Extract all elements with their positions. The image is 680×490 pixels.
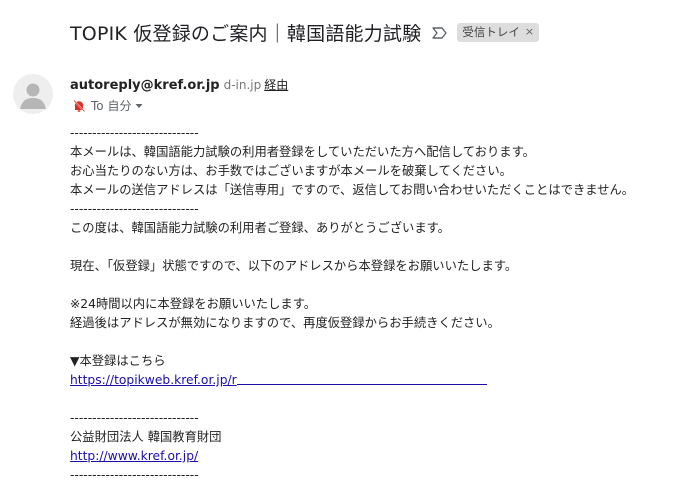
divider-line: -----------------------------: [70, 202, 199, 216]
sender-line: autoreply@kref.or.jp d-in.jp 経由: [70, 76, 288, 93]
notice-line: 本メールの送信アドレスは「送信専用」ですので、返信してお問い合わせいただくことは…: [70, 183, 635, 197]
notice-line: お心当たりのない方は、お手数ではございますが本メールを破棄してください。: [70, 164, 512, 178]
organization-name: 公益財団法人 韓国教育財団: [70, 430, 222, 444]
divider-line: -----------------------------: [70, 468, 199, 482]
inbox-label-text: 受信トレイ: [462, 24, 520, 39]
important-marker-icon[interactable]: [431, 25, 449, 39]
person-avatar-icon: [20, 83, 46, 109]
email-body: ----------------------------- 本メールは、韓国語能…: [70, 124, 675, 485]
sender-domain: d-in.jp: [223, 78, 262, 92]
email-subject: TOPIK 仮登録のご案内｜韓国語能力試験: [70, 22, 422, 45]
register-link[interactable]: https://topikweb.kref.or.jp/r: [70, 371, 237, 390]
sender-avatar: [13, 74, 53, 114]
register-heading: ▼本登録はこちら: [70, 354, 166, 368]
inbox-label-chip[interactable]: 受信トレイ ×: [457, 22, 540, 42]
sender-email[interactable]: autoreply@kref.or.jp: [70, 78, 220, 93]
email-header: TOPIK 仮登録のご案内｜韓国語能力試験 受信トレイ ×: [70, 17, 540, 47]
recipient-line[interactable]: To 自分: [72, 97, 148, 114]
notice-line: 本メールは、韓国語能力試験の利用者登録をしていただいた方へ配信しております。: [70, 145, 535, 159]
muted-bell-icon: [73, 99, 86, 112]
expire-line: 経過後はアドレスが無効になりますので、再度仮登録からお手続きください。: [70, 316, 500, 330]
deadline-line: ※24時間以内に本登録をお願いいたします。: [70, 297, 317, 311]
divider-line: -----------------------------: [70, 411, 199, 425]
organization-link[interactable]: http://www.kref.or.jp/: [70, 449, 198, 463]
remove-label-icon[interactable]: ×: [525, 25, 534, 38]
thanks-line: この度は、韓国語能力試験の利用者ご登録、ありがとうございます。: [70, 221, 450, 235]
via-link[interactable]: 経由: [264, 78, 288, 92]
divider-line: -----------------------------: [70, 126, 199, 140]
status-line: 現在、「仮登録」状態ですので、以下のアドレスから本登録をお願いいたします。: [70, 259, 518, 273]
redacted-link-continuation[interactable]: [236, 372, 487, 385]
caret-down-icon[interactable]: [135, 103, 143, 109]
to-label: To 自分: [91, 99, 132, 113]
